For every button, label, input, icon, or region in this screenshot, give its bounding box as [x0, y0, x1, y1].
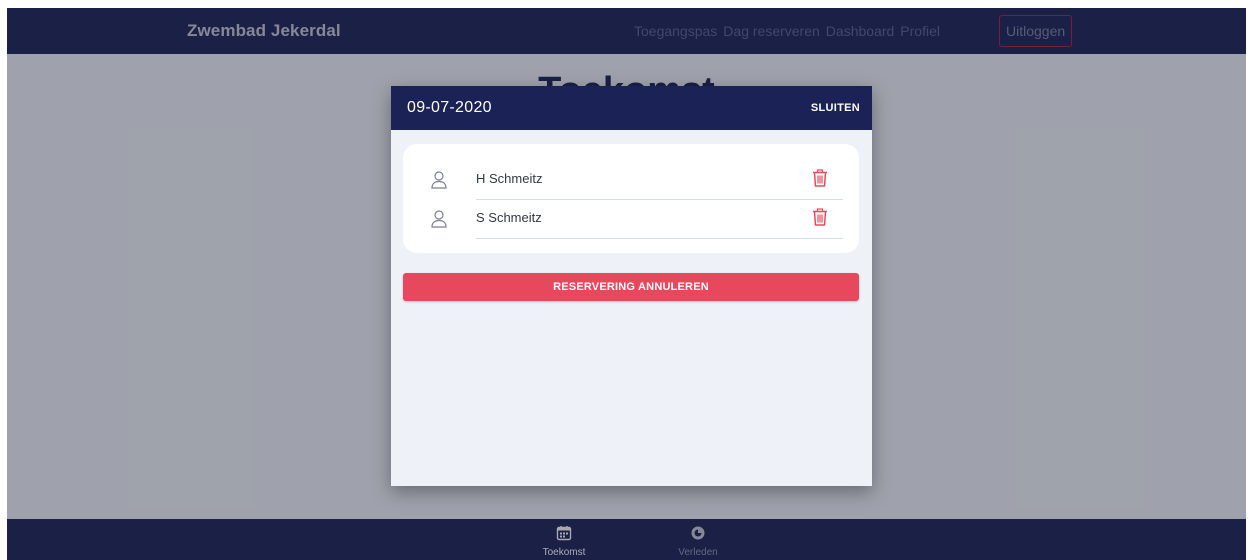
cancel-reservation-button[interactable]: RESERVERING ANNULEREN	[403, 273, 859, 301]
user-icon	[430, 170, 448, 195]
app-frame: Zwembad Jekerdal Toegangspas Dag reserve…	[7, 8, 1246, 560]
persons-card: H Schmeitz S Schmeitz	[403, 144, 859, 253]
trash-icon[interactable]	[812, 208, 828, 231]
trash-icon[interactable]	[812, 169, 828, 192]
modal-header: 09-07-2020 SLUITEN	[391, 86, 872, 130]
user-icon	[430, 209, 448, 234]
list-item: S Schmeitz	[403, 200, 859, 239]
person-name: H Schmeitz	[476, 171, 543, 186]
list-item: H Schmeitz	[403, 161, 859, 200]
close-button[interactable]: SLUITEN	[811, 86, 860, 130]
row-divider	[476, 238, 843, 239]
modal-date: 09-07-2020	[407, 99, 492, 116]
person-name: S Schmeitz	[476, 210, 542, 225]
reservation-modal: 09-07-2020 SLUITEN H Schmeitz S Schmeitz…	[391, 86, 872, 486]
